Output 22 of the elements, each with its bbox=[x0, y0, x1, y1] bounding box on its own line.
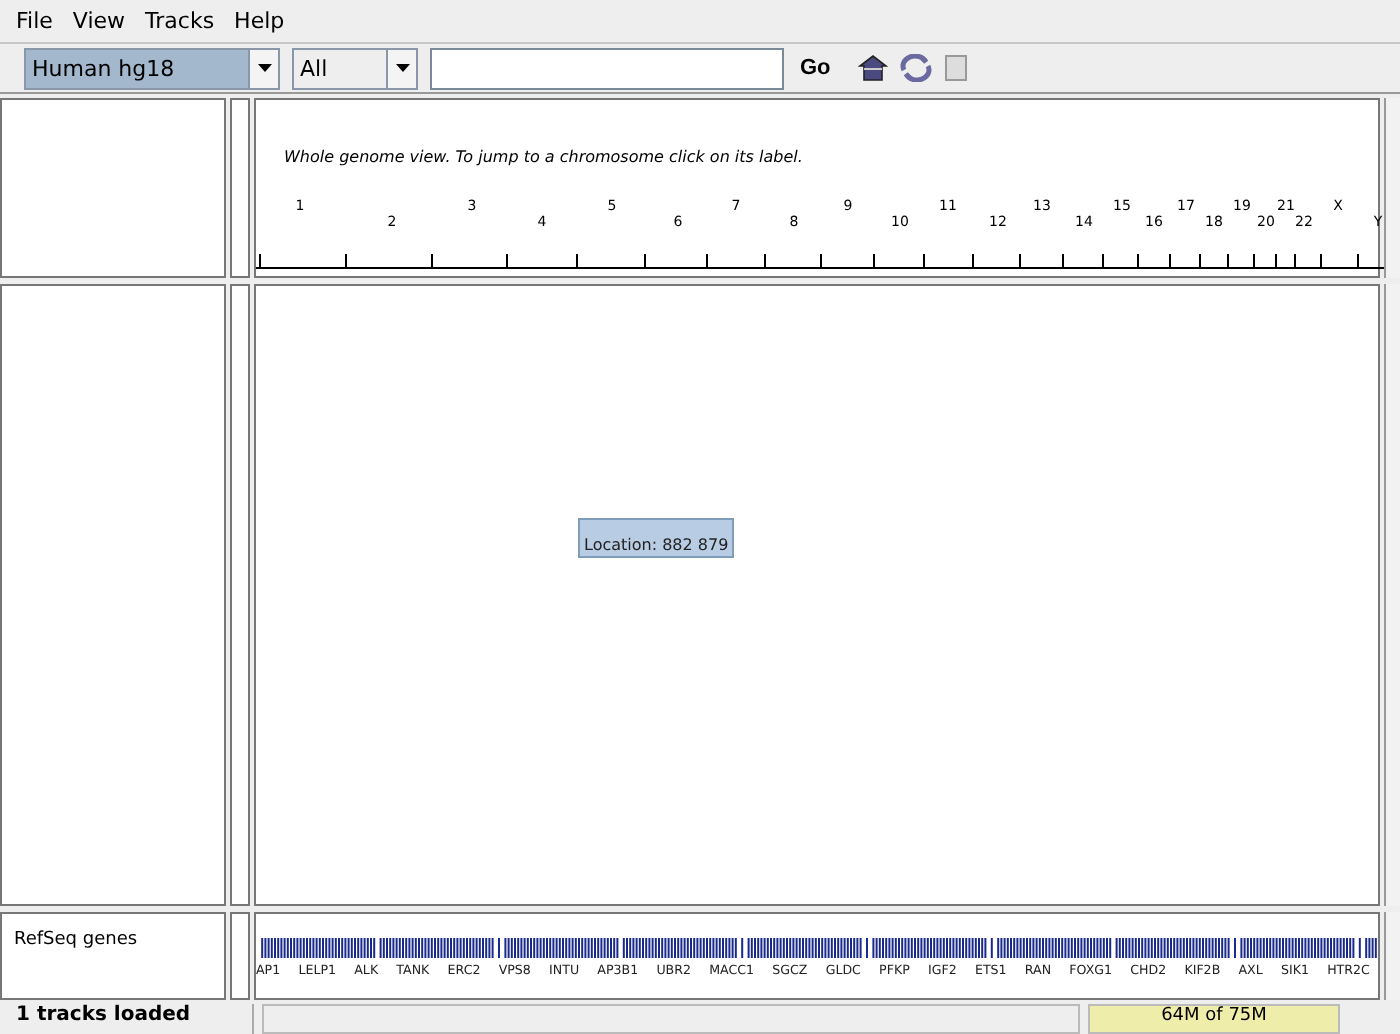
caret-icon bbox=[395, 64, 409, 72]
refresh-icon[interactable] bbox=[900, 54, 933, 82]
caret-icon bbox=[257, 64, 271, 72]
status-message: 1 tracks loaded bbox=[0, 1004, 254, 1034]
memory-indicator: 64M of 75M bbox=[1088, 1004, 1340, 1034]
locus-field[interactable] bbox=[430, 47, 784, 89]
scrollbar[interactable] bbox=[1384, 912, 1400, 1000]
go-button[interactable]: Go bbox=[796, 56, 835, 80]
home-icon[interactable] bbox=[858, 54, 889, 82]
menu-item[interactable]: Help bbox=[226, 4, 293, 38]
header-note: Whole genome view. To jump to a chromosome click on its label. bbox=[284, 148, 803, 166]
genome-dropdown[interactable]: Human hg18 bbox=[24, 47, 280, 89]
scrollbar[interactable] bbox=[1384, 284, 1400, 906]
track-name: RefSeq genes bbox=[0, 912, 226, 1000]
attribute-panel bbox=[230, 912, 250, 1000]
menu-item[interactable]: File bbox=[8, 4, 61, 38]
scrollbar[interactable] bbox=[1384, 98, 1400, 278]
menu-item[interactable]: Tracks bbox=[137, 4, 223, 38]
chromosome-dropdown[interactable]: All bbox=[292, 47, 418, 89]
location-tooltip: Location: 882 879 bbox=[578, 518, 735, 558]
menu-item[interactable]: View bbox=[64, 4, 134, 38]
region-icon[interactable] bbox=[944, 54, 969, 82]
